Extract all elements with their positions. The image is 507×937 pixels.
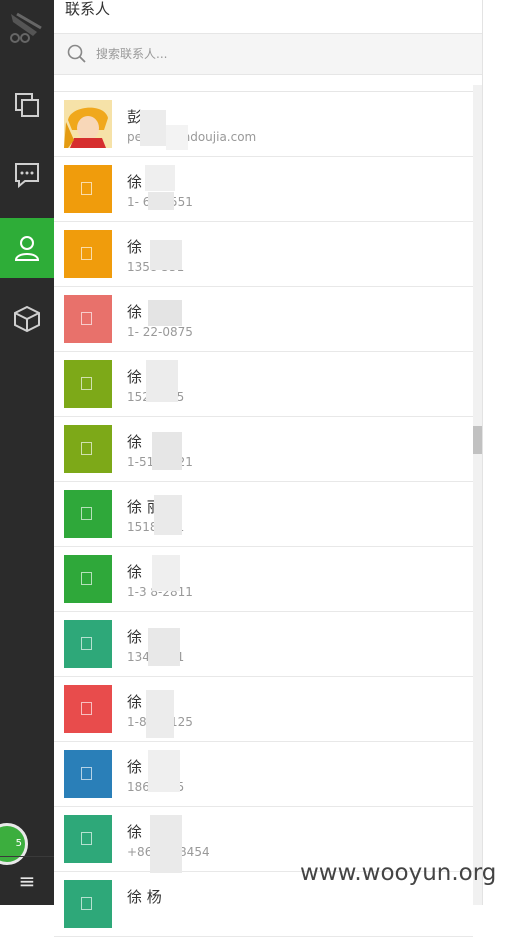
contact-name: 徐 [127,628,143,646]
avatar [64,425,112,473]
nav-contacts[interactable] [0,218,54,278]
avatar [64,555,112,603]
contact-row[interactable]: 徐1358 551 [54,222,473,287]
avatar-placeholder-icon [81,702,92,715]
contact-name: 徐 [127,368,143,386]
contact-name: 徐 杨 [127,888,162,906]
watermark: www.wooyun.org [300,860,497,886]
avatar-placeholder-icon [81,182,92,195]
search-input[interactable] [96,44,456,64]
contact-name: 徐 [127,433,143,451]
contact-row[interactable]: 徐 丽1518 321 [54,482,473,547]
avatar-placeholder-icon [81,377,92,390]
nav-messages[interactable] [0,145,54,205]
avatar [64,490,112,538]
menu-button[interactable]: ≡ [0,858,54,904]
avatar-placeholder-icon [81,767,92,780]
box-icon [14,305,40,333]
avatar-photo-icon [64,100,112,148]
contact-name: 徐 [127,563,143,581]
contact-name: 徐 [127,758,143,776]
avatar-placeholder-icon [81,507,92,520]
avatar [64,360,112,408]
divider [0,856,54,857]
avatar [64,815,112,863]
avatar [64,100,112,148]
scrollbar[interactable] [473,85,482,905]
avatar-placeholder-icon [81,572,92,585]
contact-list: 彭pe g@wandoujia.com徐 然1- 68-9551徐1358 55… [54,92,473,937]
contact-row[interactable]: 徐152 0875 [54,352,473,417]
contacts-panel: 联系人 彭pe g@wandoujia.com徐 然1- 68-9551徐135… [54,0,482,937]
copy-icon [15,93,39,117]
contact-name: 徐 [127,693,143,711]
avatar [64,620,112,668]
scrollbar-thumb[interactable] [473,426,482,454]
app-logo-icon [10,12,42,43]
divider [482,0,483,905]
search-bar [54,33,482,75]
contact-name: 徐 [127,303,143,321]
avatar-placeholder-icon [81,637,92,650]
avatar-placeholder-icon [81,897,92,910]
sidebar: 5 ≡ [0,0,54,905]
contact-row[interactable]: 徐1-8 3-9125 [54,677,473,742]
avatar-placeholder-icon [81,247,92,260]
nav-apps[interactable] [0,289,54,349]
contact-row[interactable]: 徐 1-3 8-2811 [54,547,473,612]
search-icon [67,44,86,63]
avatar [64,230,112,278]
avatar-placeholder-icon [81,442,92,455]
avatar-placeholder-icon [81,312,92,325]
contact-row[interactable]: 徐1-51 -9321 [54,417,473,482]
contact-name: 徐 [127,238,143,256]
contact-row[interactable]: 徐1346 811 [54,612,473,677]
avatar [64,165,112,213]
contact-row[interactable]: 徐186 9125 [54,742,473,807]
contact-detail: 1- 22-0875 [127,325,193,339]
avatar [64,880,112,928]
contact-name: 徐 [127,823,143,841]
menu-icon: ≡ [18,869,36,893]
page-title: 联系人 [65,0,111,18]
avatar-placeholder-icon [81,832,92,845]
avatar [64,295,112,343]
contact-row[interactable]: 徐 然1- 68-9551 [54,157,473,222]
avatar [64,750,112,798]
nav-copy[interactable] [0,75,54,135]
contact-row[interactable]: 彭 pe g@wandoujia.com [54,92,473,157]
contact-row[interactable]: 徐 1- 22-0875 [54,287,473,352]
contacts-icon [14,236,40,261]
message-icon [15,163,39,189]
avatar [64,685,112,733]
